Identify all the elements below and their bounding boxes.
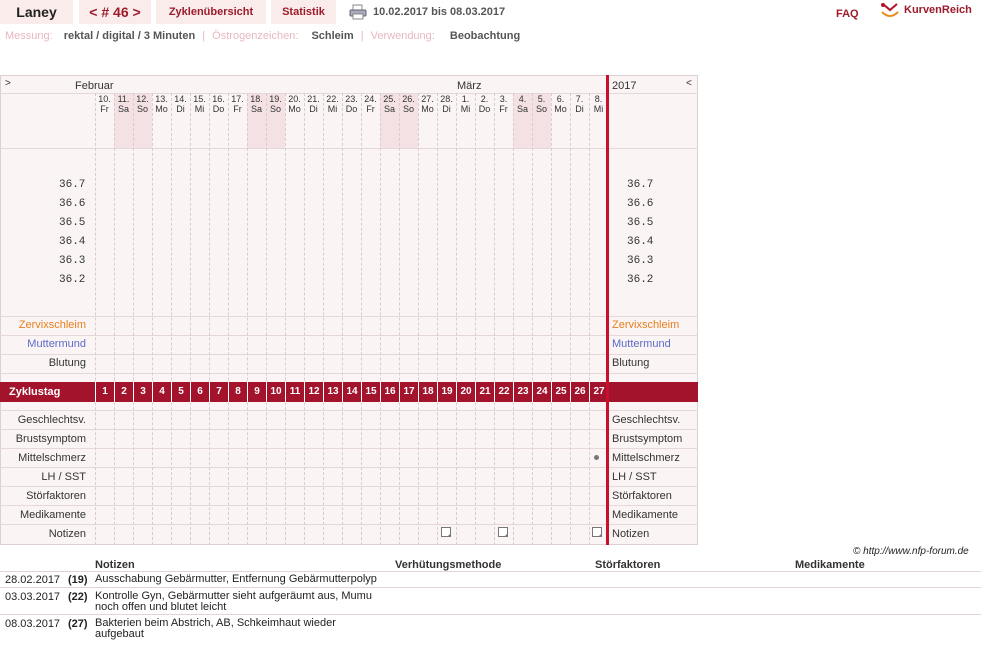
- separator: |: [360, 30, 364, 42]
- row-label-bleeding: Blutung: [48, 357, 86, 369]
- cycle-day-cell[interactable]: 20: [456, 382, 475, 402]
- note-cycle-day: (27): [68, 618, 88, 630]
- row-label-right: LH / SST: [612, 471, 657, 483]
- tab-cycle-overview[interactable]: Zyklenübersicht: [156, 0, 266, 24]
- row-label-mumu-right: Muttermund: [612, 338, 671, 350]
- cycle-day-cell[interactable]: 18: [418, 382, 437, 402]
- cycle-day-cell[interactable]: 23: [513, 382, 532, 402]
- row-label: LH / SST: [41, 471, 86, 483]
- faq-link[interactable]: FAQ: [836, 8, 859, 20]
- settings-line: Messung: rektal / digital / 3 Minuten | …: [5, 30, 520, 42]
- cycle-day-cell[interactable]: 4: [152, 382, 171, 402]
- cycle-day-label: Zyklustag: [9, 386, 61, 398]
- cycle-day-cell[interactable]: 3: [133, 382, 152, 402]
- row-label-mumu: Muttermund: [27, 338, 86, 350]
- measure-value: rektal / digital / 3 Minuten: [63, 30, 196, 42]
- note-text: Kontrolle Gyn, Gebärmutter sieht aufgerä…: [95, 590, 372, 613]
- cycle-day-cell[interactable]: 25: [551, 382, 570, 402]
- nav-next-button[interactable]: <: [686, 78, 692, 89]
- note-icon[interactable]: [441, 527, 451, 537]
- cycle-nav[interactable]: < # 46 >: [79, 0, 151, 24]
- cycle-day-cell[interactable]: 7: [209, 382, 228, 402]
- row-label: Störfaktoren: [26, 490, 86, 502]
- note-icon[interactable]: [498, 527, 508, 537]
- usage-label: Verwendung:: [370, 30, 435, 42]
- measure-label: Messung:: [5, 30, 53, 42]
- row-label-right: Mittelschmerz: [612, 452, 680, 464]
- cycle-day-cell[interactable]: 12: [304, 382, 323, 402]
- cycle-day-cell[interactable]: 1: [95, 382, 114, 402]
- row-label-right: Notizen: [612, 528, 650, 540]
- row-label-bleeding-right: Blutung: [612, 357, 650, 369]
- cycle-day-cell[interactable]: 9: [247, 382, 266, 402]
- cycle-day-cell[interactable]: 14: [342, 382, 361, 402]
- cycle-day-cell[interactable]: 16: [380, 382, 399, 402]
- cycle-day-cell[interactable]: 21: [475, 382, 494, 402]
- disturbance-header: Störfaktoren: [595, 559, 661, 571]
- year-label: 2017: [612, 80, 637, 92]
- cycle-day-cell[interactable]: 17: [399, 382, 418, 402]
- cycle-day-cell[interactable]: 6: [190, 382, 209, 402]
- note-date: 08.03.2017: [5, 618, 61, 630]
- row-label-right: Geschlechtsv.: [612, 414, 681, 426]
- row-label-cervix: Zervixschleim: [18, 319, 86, 331]
- kurvenreich-logo-text[interactable]: KurvenReich: [904, 4, 972, 16]
- cycle-day-cell[interactable]: 15: [361, 382, 380, 402]
- row-label-right: Brustsymptom: [612, 433, 683, 445]
- note-row: 28.02.2017 (19) Ausschabung Gebärmutter,…: [0, 572, 981, 588]
- cycle-day-cell[interactable]: 11: [285, 382, 304, 402]
- cycle-day-cell[interactable]: 5: [171, 382, 190, 402]
- note-cycle-day: (22): [68, 591, 88, 603]
- notes-header: Notizen: [95, 559, 135, 571]
- row-label: Notizen: [48, 528, 86, 540]
- nav-prev-button[interactable]: >: [5, 78, 11, 89]
- note-date: 28.02.2017: [5, 574, 61, 586]
- row-label: Medikamente: [19, 509, 86, 521]
- cycle-day-cell[interactable]: 10: [266, 382, 285, 402]
- month-february: Februar: [75, 80, 114, 92]
- tab-statistics[interactable]: Statistik: [271, 0, 336, 24]
- row-label-cervix-right: Zervixschleim: [612, 319, 680, 331]
- separator: |: [202, 30, 206, 42]
- note-icon[interactable]: [592, 527, 602, 537]
- estrogen-label: Östrogenzeichen:: [212, 30, 299, 42]
- kurvenreich-logo-icon[interactable]: [880, 2, 900, 20]
- usage-value: Beobachtung: [449, 30, 521, 42]
- note-row: 08.03.2017 (27) Bakterien beim Abstrich,…: [0, 615, 981, 642]
- cycle-day-cell[interactable]: 26: [570, 382, 589, 402]
- row-label: Brustsymptom: [15, 433, 86, 445]
- contraception-header: Verhütungsmethode: [395, 559, 502, 571]
- username: Laney: [0, 0, 73, 24]
- note-text: Ausschabung Gebärmutter, Entfernung Gebä…: [95, 573, 377, 585]
- cycle-day-cell[interactable]: 24: [532, 382, 551, 402]
- month-march: März: [457, 80, 482, 92]
- note-text: Bakterien beim Abstrich, AB, Schkeimhaut…: [95, 617, 336, 640]
- copyright[interactable]: © http://www.nfp-forum.de: [853, 546, 969, 557]
- cycle-day-cell[interactable]: 22: [494, 382, 513, 402]
- today-marker: [606, 75, 609, 545]
- note-date: 03.03.2017: [5, 591, 61, 603]
- row-label-right: Medikamente: [612, 509, 679, 521]
- note-row: 03.03.2017 (22) Kontrolle Gyn, Gebärmutt…: [0, 588, 981, 615]
- estrogen-value: Schleim: [311, 30, 354, 42]
- row-label: Mittelschmerz: [18, 452, 86, 464]
- note-cycle-day: (19): [68, 574, 88, 586]
- cycle-day-cell[interactable]: 8: [228, 382, 247, 402]
- mittelschmerz-marker-icon[interactable]: [594, 455, 599, 460]
- cycle-day-cell[interactable]: 2: [114, 382, 133, 402]
- row-label-right: Störfaktoren: [612, 490, 672, 502]
- cycle-day-cell[interactable]: 19: [437, 382, 456, 402]
- printer-icon[interactable]: [349, 4, 367, 20]
- medication-header: Medikamente: [795, 559, 865, 571]
- row-label: Geschlechtsv.: [17, 414, 86, 426]
- chart-background: [0, 75, 698, 545]
- cycle-day-cell[interactable]: 13: [323, 382, 342, 402]
- date-range: 10.02.2017 bis 08.03.2017: [373, 6, 506, 18]
